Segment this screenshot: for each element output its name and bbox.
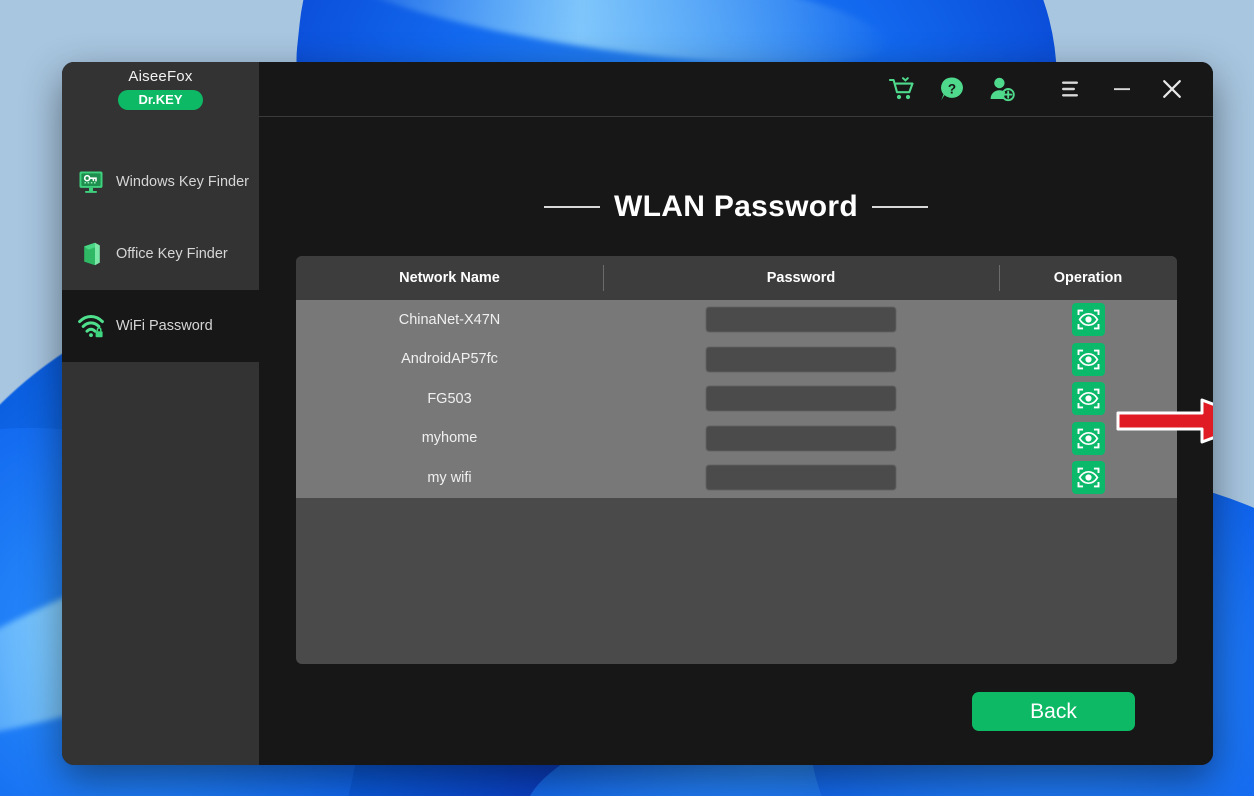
office-icon bbox=[78, 241, 104, 267]
main-content: WLAN Password Network Name Password Oper… bbox=[259, 116, 1213, 765]
wifi-table-panel: Network Name Password Operation ChinaNet… bbox=[296, 256, 1177, 664]
title-bar-spacer bbox=[259, 62, 877, 116]
column-header-operation: Operation bbox=[999, 256, 1177, 300]
network-name-text: myhome bbox=[421, 430, 478, 447]
title-rule-left bbox=[544, 206, 601, 208]
monitor-key-icon bbox=[78, 169, 104, 195]
cell-password bbox=[603, 379, 999, 419]
sidebar-item-windows-key-finder[interactable]: Windows Key Finder bbox=[62, 146, 259, 218]
table-row[interactable]: myhome bbox=[296, 419, 1177, 459]
eye-reveal-icon[interactable] bbox=[1071, 342, 1105, 376]
network-name-text: my wifi bbox=[427, 469, 472, 486]
cell-operation bbox=[999, 300, 1177, 340]
back-button[interactable]: Back bbox=[972, 692, 1135, 731]
wifi-lock-icon bbox=[78, 313, 104, 339]
svg-text:?: ? bbox=[948, 81, 956, 96]
network-name-text: AndroidAP57fc bbox=[401, 351, 498, 368]
title-bar-actions: ? bbox=[877, 62, 1213, 116]
brand-zone: AiseeFox Dr.KEY bbox=[62, 62, 259, 116]
brand-name: AiseeFox bbox=[128, 67, 193, 85]
minimize-icon[interactable] bbox=[1097, 62, 1147, 116]
eye-reveal-icon[interactable] bbox=[1071, 461, 1105, 495]
eye-reveal-icon[interactable] bbox=[1071, 421, 1105, 455]
cell-password bbox=[603, 300, 999, 340]
footer: Back bbox=[259, 664, 1213, 765]
cell-network-name: FG503 bbox=[296, 379, 603, 419]
cart-icon[interactable] bbox=[877, 62, 927, 116]
password-redacted-bar bbox=[706, 465, 896, 491]
table-row[interactable]: ChinaNet-X47N bbox=[296, 300, 1177, 340]
cell-operation bbox=[999, 340, 1177, 380]
table-header: Network Name Password Operation bbox=[296, 256, 1177, 300]
cell-network-name: AndroidAP57fc bbox=[296, 340, 603, 380]
cell-password bbox=[603, 419, 999, 459]
sidebar-item-label: WiFi Password bbox=[116, 318, 213, 334]
title-bar: AiseeFox Dr.KEY ? bbox=[62, 62, 1213, 116]
help-icon[interactable]: ? bbox=[927, 62, 977, 116]
application-window: AiseeFox Dr.KEY ? Windows Key Finder Off… bbox=[62, 62, 1213, 765]
sidebar-item-office-key-finder[interactable]: Office Key Finder bbox=[62, 218, 259, 290]
page-title-row: WLAN Password bbox=[259, 190, 1213, 224]
cell-network-name: myhome bbox=[296, 419, 603, 459]
add-user-icon[interactable] bbox=[977, 62, 1027, 116]
sidebar-item-label: Office Key Finder bbox=[116, 246, 228, 262]
desktop-background: AiseeFox Dr.KEY ? Windows Key Finder Off… bbox=[0, 0, 1254, 796]
cell-operation bbox=[999, 379, 1177, 419]
cell-password bbox=[603, 458, 999, 498]
sidebar-item-wifi-password[interactable]: WiFi Password bbox=[62, 290, 259, 362]
cell-operation bbox=[999, 458, 1177, 498]
cell-network-name: my wifi bbox=[296, 458, 603, 498]
sidebar: Windows Key Finder Office Key Finder WiF… bbox=[62, 116, 259, 765]
column-header-network-name: Network Name bbox=[399, 270, 500, 286]
table-row[interactable]: AndroidAP57fc bbox=[296, 340, 1177, 380]
cell-operation bbox=[999, 419, 1177, 459]
password-redacted-bar bbox=[706, 346, 896, 372]
menu-icon[interactable] bbox=[1047, 62, 1097, 116]
page-title: WLAN Password bbox=[614, 190, 858, 223]
password-redacted-bar bbox=[706, 307, 896, 333]
title-rule-right bbox=[871, 206, 928, 208]
network-name-text: ChinaNet-X47N bbox=[398, 311, 501, 328]
sidebar-item-label: Windows Key Finder bbox=[116, 174, 249, 190]
application-body: Windows Key Finder Office Key Finder WiF… bbox=[62, 116, 1213, 765]
table-rows: ChinaNet-X47N AndroidAP57fc FG503 myhome… bbox=[296, 300, 1177, 498]
table-row[interactable]: FG503 bbox=[296, 379, 1177, 419]
table-row[interactable]: my wifi bbox=[296, 458, 1177, 498]
close-icon[interactable] bbox=[1147, 62, 1197, 116]
column-header-password: Password bbox=[603, 256, 999, 300]
network-name-text: FG503 bbox=[427, 390, 472, 407]
eye-reveal-icon[interactable] bbox=[1071, 303, 1105, 337]
cell-password bbox=[603, 340, 999, 380]
brand-badge: Dr.KEY bbox=[118, 89, 203, 111]
cell-network-name: ChinaNet-X47N bbox=[296, 300, 603, 340]
password-redacted-bar bbox=[706, 386, 896, 412]
eye-reveal-icon[interactable] bbox=[1071, 382, 1105, 416]
password-redacted-bar bbox=[706, 425, 896, 451]
